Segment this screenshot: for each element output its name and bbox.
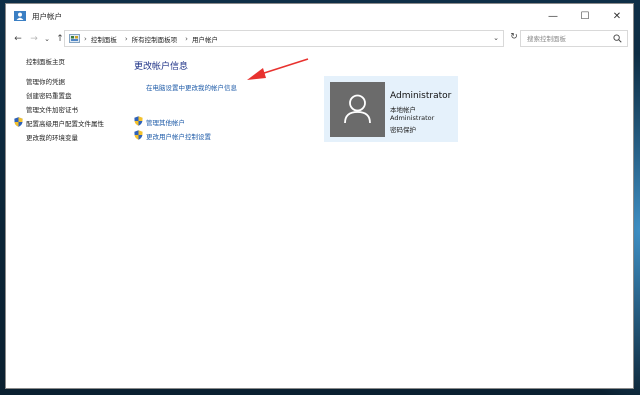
user-accounts-window: 用户帐户 — ☐ ✕ ← → ⌄ ↑ › 控制面板 › 所有控制面板项 › 用户… bbox=[5, 3, 634, 389]
sidebar-item-advanced-profile-properties[interactable]: 配置高级用户配置文件属性 bbox=[26, 118, 104, 128]
uac-shield-icon bbox=[14, 117, 23, 127]
change-account-in-pc-settings-link[interactable]: 在电脑设置中更改我的帐户信息 bbox=[146, 82, 237, 92]
breadcrumb-separator: › bbox=[185, 34, 188, 43]
search-input[interactable] bbox=[527, 34, 607, 43]
forward-button[interactable]: → bbox=[26, 30, 42, 48]
sidebar-item-file-encryption-certs[interactable]: 管理文件加密证书 bbox=[26, 104, 78, 114]
avatar bbox=[330, 82, 385, 137]
account-name: Administrator bbox=[390, 91, 452, 101]
breadcrumb-user-accounts[interactable]: 用户帐户 bbox=[192, 34, 218, 44]
search-icon[interactable] bbox=[613, 34, 622, 43]
breadcrumb-control-panel[interactable]: 控制面板 bbox=[91, 34, 117, 44]
address-field[interactable]: › 控制面板 › 所有控制面板项 › 用户帐户 ⌄ bbox=[64, 30, 504, 47]
sidebar-item-control-panel-home[interactable]: 控制面板主页 bbox=[26, 56, 65, 66]
sidebar-item-manage-credentials[interactable]: 管理你的凭据 bbox=[26, 76, 65, 86]
back-button[interactable]: ← bbox=[10, 30, 26, 48]
account-card: Administrator 本地帐户 Administrator 密码保护 bbox=[324, 76, 458, 142]
address-dropdown-icon[interactable]: ⌄ bbox=[493, 34, 499, 42]
recent-locations-button[interactable]: ⌄ bbox=[42, 30, 52, 48]
uac-shield-icon bbox=[134, 130, 143, 140]
close-button[interactable]: ✕ bbox=[601, 4, 633, 28]
search-box[interactable] bbox=[520, 30, 628, 47]
refresh-icon[interactable]: ↻ bbox=[508, 32, 520, 46]
uac-shield-icon bbox=[134, 116, 143, 126]
minimize-button[interactable]: — bbox=[537, 4, 569, 28]
title-bar[interactable]: 用户帐户 — ☐ ✕ bbox=[6, 4, 633, 28]
maximize-button[interactable]: ☐ bbox=[569, 4, 601, 28]
content-area: 控制面板主页 管理你的凭据 创建密码重置盘 管理文件加密证书 配置高级用户配置文… bbox=[6, 50, 633, 388]
control-panel-icon bbox=[69, 33, 80, 43]
window-title: 用户帐户 bbox=[32, 11, 62, 21]
password-status: 密码保护 bbox=[390, 126, 416, 134]
change-uac-settings-link[interactable]: 更改用户帐户控制设置 bbox=[146, 131, 211, 141]
account-group: Administrator bbox=[390, 114, 435, 122]
sidebar-item-password-reset-disk[interactable]: 创建密码重置盘 bbox=[26, 90, 72, 100]
account-type: 本地帐户 bbox=[390, 106, 416, 114]
sidebar-item-environment-variables[interactable]: 更改我的环境变量 bbox=[26, 132, 78, 142]
manage-other-accounts-link[interactable]: 管理其他帐户 bbox=[146, 117, 185, 127]
breadcrumb-separator: › bbox=[124, 34, 128, 43]
page-title: 更改帐户信息 bbox=[134, 62, 189, 72]
user-avatar-icon bbox=[344, 94, 371, 124]
user-accounts-icon bbox=[14, 11, 26, 21]
breadcrumb-all-items[interactable]: 所有控制面板项 bbox=[132, 34, 178, 44]
address-bar-row: ← → ⌄ ↑ › 控制面板 › 所有控制面板项 › 用户帐户 ⌄ ↻ bbox=[6, 28, 633, 50]
breadcrumb-separator: › bbox=[84, 34, 87, 43]
